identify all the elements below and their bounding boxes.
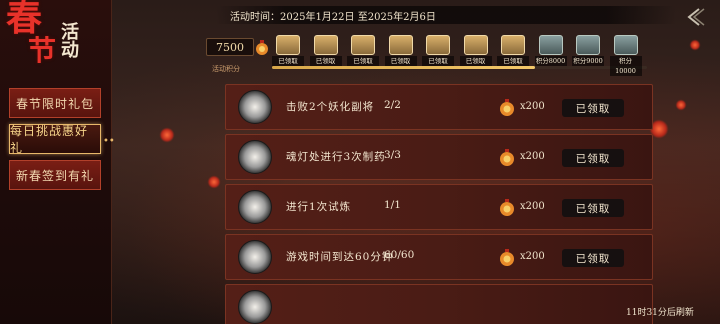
milestone-tag: 已领取 xyxy=(497,56,529,66)
back-button[interactable] xyxy=(684,6,708,28)
sidebar-item-label: 每日挑战惠好礼 xyxy=(10,124,89,155)
title-activity: 活动 xyxy=(58,22,79,58)
task-name: 游戏时间到达60分钟 xyxy=(286,251,394,263)
lamp-icon xyxy=(238,140,272,174)
gear-icon xyxy=(238,290,272,324)
refresh-note: 11时31分后刷新 xyxy=(626,308,694,318)
lantern-coin-icon xyxy=(498,247,516,269)
milestone-row: 已领取 已领取 已领取 已领取 已领取 已领取 已领取 积分8000 积分9000 积分10000 xyxy=(272,33,652,76)
milestone-chest[interactable]: 已领取 xyxy=(347,33,379,69)
milestone-tag: 已领取 xyxy=(459,56,492,66)
task-list: 击败2个妖化副将 2/2 x200 已领取 魂灯处进行3次制药 3/3 x200 已领取 进行1… xyxy=(225,84,653,324)
lantern-coin-icon xyxy=(498,97,516,119)
claimed-button[interactable]: 已领取 xyxy=(562,199,624,217)
title-char-spring: 春 xyxy=(6,0,43,39)
milestone-chest[interactable]: 积分9000 xyxy=(572,33,604,69)
milestone-tag: 积分10000 xyxy=(609,56,642,76)
task-row: 进行1次试炼 1/1 x200 已领取 xyxy=(225,184,653,230)
claimed-button[interactable]: 已领取 xyxy=(562,99,624,117)
task-name: 击败2个妖化副将 xyxy=(286,101,375,113)
event-time-banner: 活动时间：2025年1月22日 至2025年2月6日 xyxy=(216,6,676,24)
lantern-coin-icon xyxy=(498,147,516,169)
task-progress: 2/2 xyxy=(384,99,401,111)
milestone-chest[interactable]: 已领取 xyxy=(422,33,454,69)
score-display: 7500 xyxy=(206,38,254,56)
task-row xyxy=(225,284,653,324)
chest-icon xyxy=(576,35,600,55)
milestone-chest[interactable]: 已领取 xyxy=(309,33,342,69)
sidebar-item-signin[interactable]: 新春签到有礼 xyxy=(9,160,101,190)
score-value: 7500 xyxy=(216,40,244,54)
lantern-decoration xyxy=(208,176,220,188)
chest-icon xyxy=(276,35,300,55)
milestone-tag: 已领取 xyxy=(384,56,417,66)
milestone-chest[interactable]: 已领取 xyxy=(272,33,304,69)
back-arrow-icon xyxy=(687,8,705,26)
sidebar-item-label: 春节限时礼包 xyxy=(15,96,94,111)
task-row: 魂灯处进行3次制药 3/3 x200 已领取 xyxy=(225,134,653,180)
milestone-tag: 积分9000 xyxy=(572,56,604,66)
mask-icon xyxy=(238,90,272,124)
milestone-chest[interactable]: 已领取 xyxy=(384,33,417,69)
title-char-festival: 节 xyxy=(28,34,57,67)
task-name: 魂灯处进行3次制药 xyxy=(286,151,386,163)
milestone-chest[interactable]: 积分8000 xyxy=(534,33,567,69)
chest-icon xyxy=(351,35,375,55)
claimed-label: 已领取 xyxy=(575,102,611,115)
chest-icon xyxy=(501,35,525,55)
task-name: 进行1次试炼 xyxy=(286,201,352,213)
task-progress: 60/60 xyxy=(384,249,415,261)
milestone-chest[interactable]: 已领取 xyxy=(497,33,529,69)
lantern-coin-icon xyxy=(498,197,516,219)
chest-icon xyxy=(538,35,563,55)
milestone-chest[interactable]: 积分10000 xyxy=(609,33,642,76)
monk-icon xyxy=(238,190,272,224)
active-indicator-icon: •• xyxy=(103,136,115,147)
milestone-tag: 已领取 xyxy=(272,56,304,66)
milestone-tag: 已领取 xyxy=(347,56,379,66)
milestone-tag: 已领取 xyxy=(309,56,342,66)
claimed-button[interactable]: 已领取 xyxy=(562,249,624,267)
task-progress: 1/1 xyxy=(384,199,401,211)
score-label: 活动积分 xyxy=(212,65,240,73)
lantern-decoration xyxy=(676,100,686,110)
task-row: 击败2个妖化副将 2/2 x200 已领取 xyxy=(225,84,653,130)
chest-icon xyxy=(388,35,413,55)
reward-amount: x200 xyxy=(520,151,545,162)
claimed-label: 已领取 xyxy=(575,152,611,165)
sidebar-item-gift-pack[interactable]: 春节限时礼包 xyxy=(9,88,101,118)
eye-icon xyxy=(238,240,272,274)
reward-amount: x200 xyxy=(520,251,545,262)
milestone-chest[interactable]: 已领取 xyxy=(459,33,492,69)
claimed-label: 已领取 xyxy=(575,252,611,265)
claimed-button[interactable]: 已领取 xyxy=(562,149,624,167)
chest-icon xyxy=(463,35,488,55)
left-panel: 春 节 活动 春节限时礼包 每日挑战惠好礼 新春签到有礼 xyxy=(0,0,112,324)
sidebar-item-label: 新春签到有礼 xyxy=(15,168,94,183)
reward-amount: x200 xyxy=(520,101,545,112)
chest-icon xyxy=(313,35,338,55)
task-row: 游戏时间到达60分钟 60/60 x200 已领取 xyxy=(225,234,653,280)
lantern-coin-icon xyxy=(254,38,270,62)
lantern-decoration xyxy=(690,40,700,50)
lantern-decoration xyxy=(160,128,174,142)
sidebar-item-daily-challenge[interactable]: 每日挑战惠好礼 xyxy=(9,124,101,155)
claimed-label: 已领取 xyxy=(575,202,611,215)
task-progress: 3/3 xyxy=(384,149,401,161)
chest-icon xyxy=(613,35,638,55)
event-title: 春 节 活动 xyxy=(2,0,110,80)
chest-icon xyxy=(426,35,450,55)
event-time-text: 活动时间：2025年1月22日 至2025年2月6日 xyxy=(230,11,436,23)
milestone-tag: 积分8000 xyxy=(534,56,567,66)
milestone-tag: 已领取 xyxy=(422,56,454,66)
reward-amount: x200 xyxy=(520,201,545,212)
